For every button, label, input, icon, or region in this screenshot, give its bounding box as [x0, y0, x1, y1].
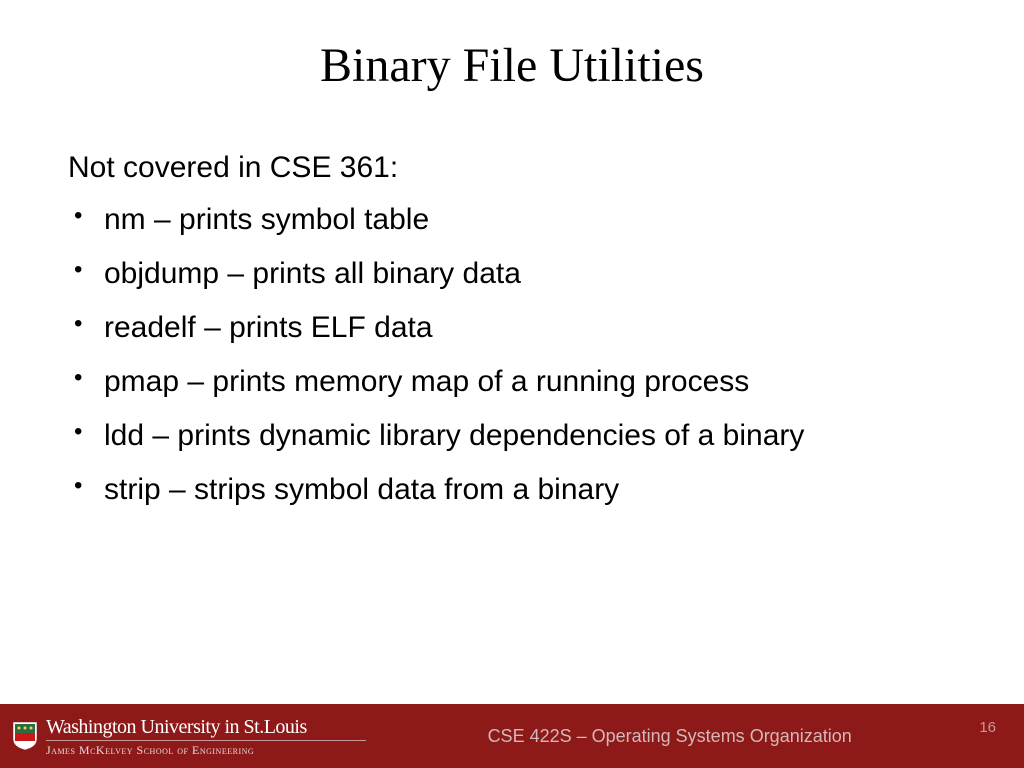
page-number: 16	[979, 719, 1024, 754]
list-item: strip – strips symbol data from a binary	[68, 469, 956, 511]
intro-text: Not covered in CSE 361:	[68, 151, 956, 185]
university-name: Washington University in St.Louis	[46, 717, 366, 737]
list-item: ldd – prints dynamic library dependencie…	[68, 415, 956, 457]
course-info: CSE 422S – Operating Systems Organizatio…	[400, 726, 979, 747]
bullet-list: nm – prints symbol table objdump – print…	[68, 199, 956, 511]
list-item: nm – prints symbol table	[68, 199, 956, 241]
slide-footer: Washington University in St.Louis James …	[0, 704, 1024, 768]
slide-content: Not covered in CSE 361: nm – prints symb…	[0, 103, 1024, 511]
university-logo: Washington University in St.Louis James …	[0, 717, 400, 756]
logo-divider	[46, 740, 366, 741]
school-name: James McKelvey School of Engineering	[46, 744, 366, 756]
list-item: objdump – prints all binary data	[68, 253, 956, 295]
list-item: readelf – prints ELF data	[68, 307, 956, 349]
shield-icon	[12, 721, 38, 751]
list-item: pmap – prints memory map of a running pr…	[68, 361, 956, 403]
slide-title: Binary File Utilities	[0, 0, 1024, 103]
